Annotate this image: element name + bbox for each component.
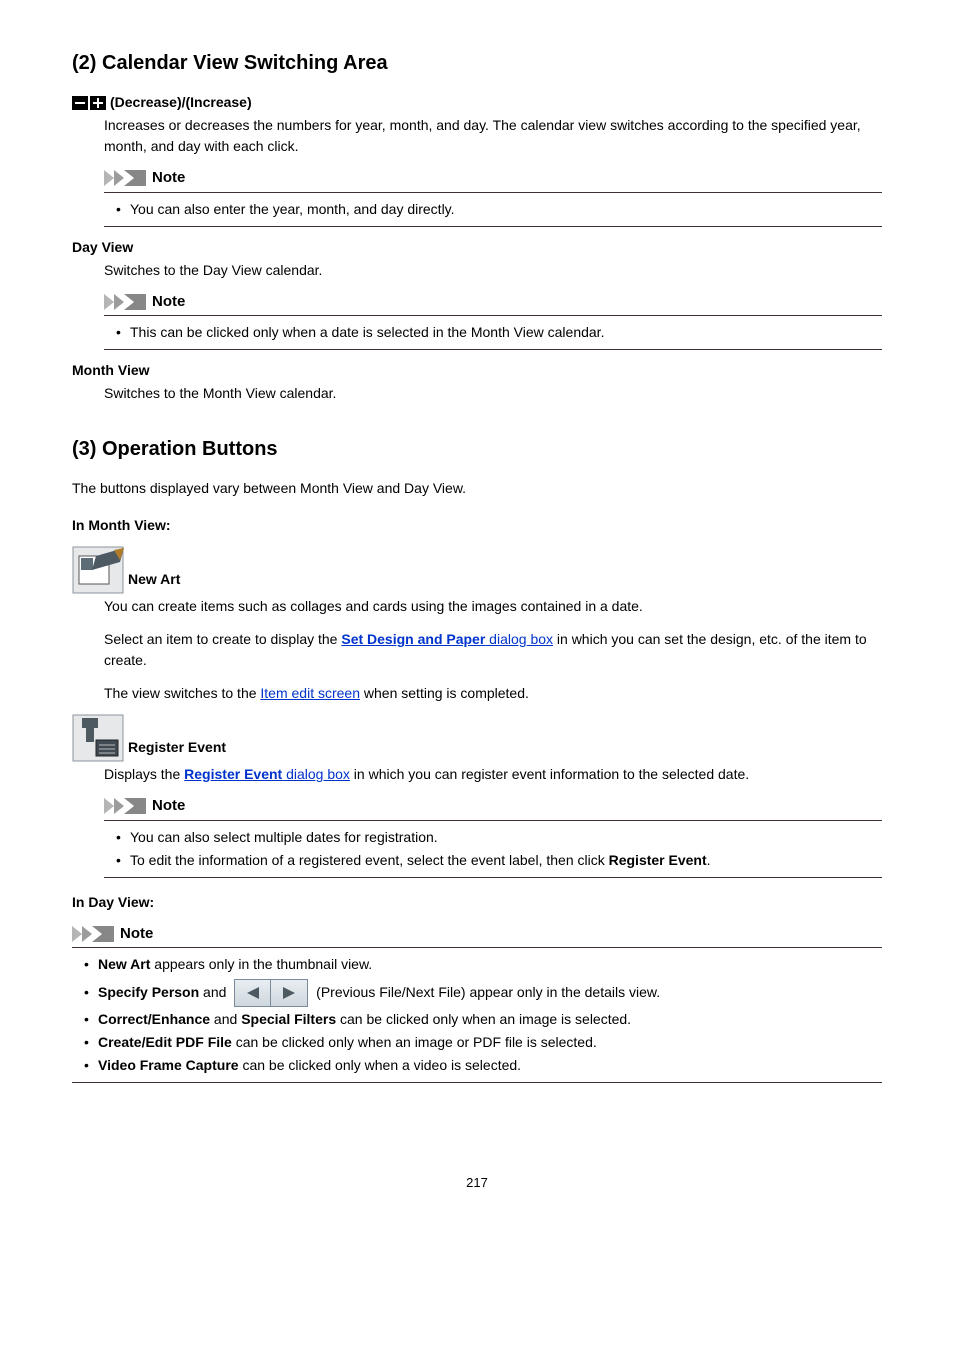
note-label: Note: [152, 795, 185, 818]
previous-file-icon: [235, 980, 271, 1006]
note-label: Note: [120, 923, 153, 946]
note-item: You can also select multiple dates for r…: [116, 827, 882, 848]
divider: [104, 192, 882, 193]
day-view-term: Day View: [72, 237, 882, 258]
set-design-paper-link[interactable]: Set Design and Paper dialog box: [341, 631, 553, 647]
bold-text: Specify Person: [98, 984, 199, 1000]
plus-icon: [90, 96, 106, 110]
note-icon: [72, 926, 114, 942]
note-item: You can also enter the year, month, and …: [116, 199, 882, 220]
note-list: You can also select multiple dates for r…: [116, 827, 882, 871]
note-item: Correct/Enhance and Special Filters can …: [84, 1009, 882, 1030]
divider: [104, 315, 882, 316]
note-item: Create/Edit PDF File can be clicked only…: [84, 1032, 882, 1053]
new-art-p2: Select an item to create to display the …: [104, 629, 882, 671]
link-bold: Register Event: [184, 766, 282, 782]
text: in which you can register event informat…: [350, 766, 749, 782]
decrease-increase-term: (Decrease)/(Increase): [72, 92, 882, 113]
month-view-term: Month View: [72, 360, 882, 381]
in-day-view-label: In Day View:: [72, 892, 882, 913]
next-file-icon: [271, 980, 307, 1006]
bold-text: Correct/Enhance: [98, 1011, 210, 1027]
register-event-icon: [72, 714, 124, 762]
link-tail: dialog box: [282, 766, 350, 782]
link-bold: Set Design and Paper: [341, 631, 485, 647]
new-art-label: New Art: [128, 569, 180, 594]
text: (Previous File/Next File) appear only in…: [312, 984, 660, 1000]
bold-text: Special Filters: [241, 1011, 336, 1027]
note-list: This can be clicked only when a date is …: [116, 322, 882, 343]
decrease-increase-label: (Decrease)/(Increase): [110, 94, 252, 110]
divider: [104, 349, 882, 350]
item-edit-screen-link[interactable]: Item edit screen: [260, 685, 360, 701]
bold-text: Video Frame Capture: [98, 1057, 239, 1073]
note-item: To edit the information of a registered …: [116, 850, 882, 871]
new-art-icon: [72, 546, 124, 594]
note-icon: [104, 170, 146, 186]
new-art-p1: You can create items such as collages an…: [104, 596, 882, 617]
text: and: [199, 984, 230, 1000]
prev-next-file-button[interactable]: [234, 979, 308, 1007]
minus-icon: [72, 96, 88, 110]
page-number: 217: [72, 1173, 882, 1193]
decrease-increase-body: Increases or decreases the numbers for y…: [104, 115, 882, 157]
text: Displays the: [104, 766, 184, 782]
text: and: [210, 1011, 241, 1027]
register-event-link[interactable]: Register Event dialog box: [184, 766, 350, 782]
text: The view switches to the: [104, 685, 260, 701]
divider: [104, 820, 882, 821]
divider: [104, 877, 882, 878]
day-view-body: Switches to the Day View calendar.: [104, 260, 882, 281]
note-icon: [104, 294, 146, 310]
note-item: Video Frame Capture can be clicked only …: [84, 1055, 882, 1076]
in-month-view-label: In Month View:: [72, 515, 882, 536]
text: can be clicked only when an image is sel…: [336, 1011, 631, 1027]
text: .: [707, 852, 711, 868]
register-event-p1: Displays the Register Event dialog box i…: [104, 764, 882, 785]
month-view-body: Switches to the Month View calendar.: [104, 383, 882, 404]
text: appears only in the thumbnail view.: [150, 956, 372, 972]
text: can be clicked only when an image or PDF…: [232, 1034, 597, 1050]
bold-text: Create/Edit PDF File: [98, 1034, 232, 1050]
note-item: Specify Person and (Previous File/Next F…: [84, 977, 882, 1007]
text: can be clicked only when a video is sele…: [239, 1057, 522, 1073]
note-item: New Art appears only in the thumbnail vi…: [84, 954, 882, 975]
section-3-intro: The buttons displayed vary between Month…: [72, 478, 882, 499]
note-label: Note: [152, 167, 185, 190]
text: Select an item to create to display the: [104, 631, 341, 647]
register-event-label: Register Event: [128, 737, 226, 762]
text: To edit the information of a registered …: [130, 852, 609, 868]
new-art-p3: The view switches to the Item edit scree…: [104, 683, 882, 704]
section-2-heading: (2) Calendar View Switching Area: [72, 48, 882, 78]
section-3-heading: (3) Operation Buttons: [72, 434, 882, 464]
note-item: This can be clicked only when a date is …: [116, 322, 882, 343]
divider: [72, 947, 882, 948]
bold-text: Register Event: [609, 852, 707, 868]
note-list: New Art appears only in the thumbnail vi…: [84, 954, 882, 1076]
bold-text: New Art: [98, 956, 150, 972]
note-icon: [104, 798, 146, 814]
divider: [72, 1082, 882, 1083]
note-label: Note: [152, 291, 185, 314]
link-tail: dialog box: [485, 631, 553, 647]
divider: [104, 226, 882, 227]
text: when setting is completed.: [360, 685, 529, 701]
note-list: You can also enter the year, month, and …: [116, 199, 882, 220]
